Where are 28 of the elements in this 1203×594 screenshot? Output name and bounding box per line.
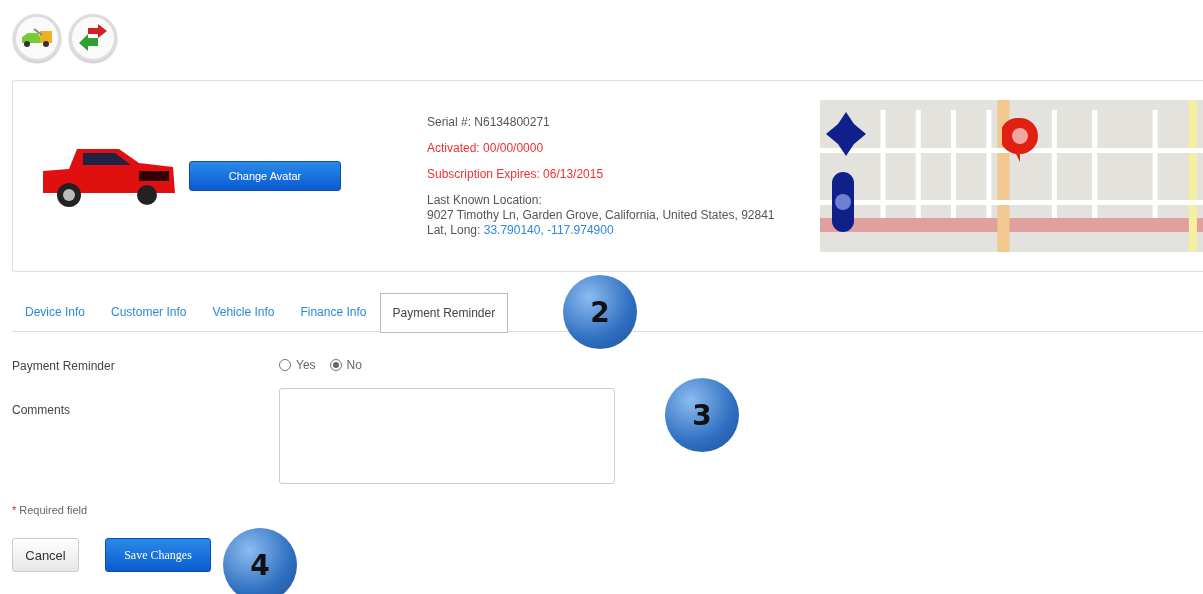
lat-long-label: Lat, Long: (427, 222, 481, 237)
address-text: 9027 Timothy Ln, Garden Grove, California, United States, 92841 (427, 207, 776, 223)
step-badge: 4 (223, 528, 297, 594)
tow-truck-icon (20, 27, 54, 49)
location-label: Last Known Location: (427, 192, 543, 208)
swap-arrows-icon (78, 24, 108, 52)
comments-field[interactable] (279, 388, 615, 484)
radio-option[interactable]: No (329, 358, 362, 372)
map-zoom-control-icon[interactable] (832, 172, 854, 232)
required-note: Required field (19, 504, 88, 518)
serial-number: Serial #: N6134800271 (427, 114, 551, 130)
swap-button[interactable] (69, 14, 117, 62)
payment-reminder-label: Payment Reminder (12, 358, 116, 373)
tow-truck-button[interactable] (13, 14, 61, 62)
map-pin-icon (1002, 118, 1038, 162)
change-avatar-button[interactable]: Change Avatar (189, 161, 341, 191)
comments-label: Comments (12, 402, 71, 417)
save-changes-button[interactable]: Save Changes (105, 538, 211, 572)
step-badge: 3 (665, 378, 739, 452)
step-badge: 2 (563, 275, 637, 349)
cancel-button[interactable]: Cancel (12, 538, 79, 572)
subscription-expiry: Subscription Expires: 06/13/2015 (427, 166, 605, 182)
required-asterisk: * (12, 504, 17, 518)
map-pan-control-icon[interactable] (826, 112, 866, 156)
activated-date: Activated: 00/00/0000 (427, 140, 545, 156)
radio-option[interactable]: Yes (279, 358, 316, 372)
tab[interactable]: Payment Reminder (379, 293, 509, 333)
lat-long-link[interactable]: 33.790140, -117.974900 (483, 222, 614, 237)
